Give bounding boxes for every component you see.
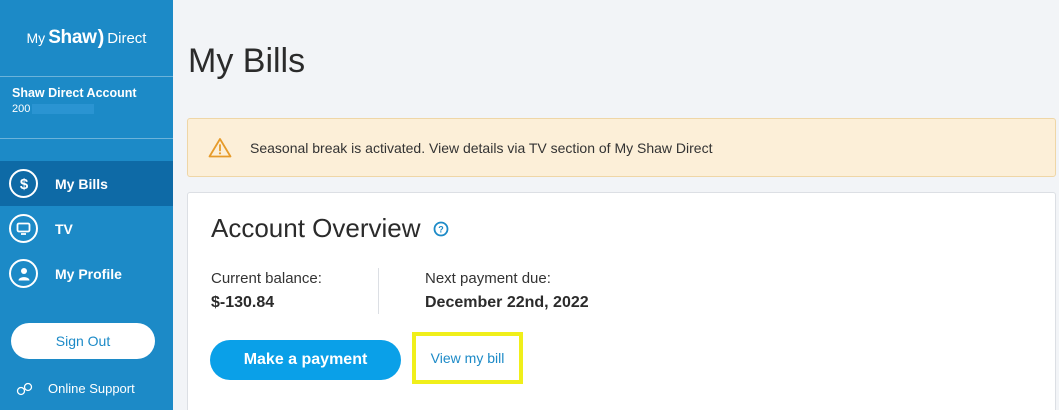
svg-text:?: ? [438,224,444,234]
sidebar-item-my-bills[interactable]: $ My Bills [0,161,173,206]
account-number-text: 200 [12,103,31,115]
page-title: My Bills [188,42,306,80]
dollar-icon: $ [9,169,38,198]
view-my-bill-link[interactable]: View my bill [431,350,505,366]
sign-out-button[interactable]: Sign Out [11,323,155,359]
column-divider [378,268,379,314]
tv-icon [9,214,38,243]
account-title: Shaw Direct Account [12,86,137,100]
current-balance-label: Current balance: [211,270,322,287]
current-balance-value: $-130.84 [211,294,275,311]
warning-icon [208,138,232,158]
next-payment-value: December 22nd, 2022 [425,294,589,311]
account-overview-card: Account Overview ? Current balance: $-13… [187,192,1056,410]
my-shaw-direct-logo[interactable]: My Shaw) Direct [0,0,173,76]
sidebar-item-tv[interactable]: TV [0,206,173,251]
logo-direct-text: Direct [107,29,147,47]
online-support-link[interactable]: Online Support [16,381,135,396]
account-overview-title: Account Overview [211,213,421,243]
sidebar: My Shaw) Direct Shaw Direct Account 200 $ … [0,0,173,410]
chat-bubbles-icon [16,382,33,395]
make-payment-button[interactable]: Make a payment [210,340,401,380]
next-payment: Next payment due: December 22nd, 2022 [425,270,589,312]
svg-text:$: $ [19,176,28,192]
sidebar-item-label: My Profile [55,265,122,282]
profile-icon [9,259,38,288]
sidebar-item-label: My Bills [55,175,108,192]
online-support-label: Online Support [48,381,135,396]
help-icon[interactable]: ? [433,221,449,237]
logo-shaw-text: Shaw [48,27,97,48]
logo-my-text: My [26,30,46,46]
masked-account-digits [32,104,95,115]
account-info: Shaw Direct Account 200 [0,76,173,139]
view-bill-highlight: View my bill [412,332,523,384]
seasonal-break-alert: Seasonal break is activated. View detail… [187,118,1056,177]
sidebar-item-label: TV [55,220,73,237]
next-payment-label: Next payment due: [425,270,551,287]
sidebar-item-my-profile[interactable]: My Profile [0,251,173,296]
current-balance: Current balance: $-130.84 [211,270,322,312]
alert-text: Seasonal break is activated. View detail… [250,139,713,156]
logo-swoosh-icon: ) [97,26,105,49]
sidebar-nav: $ My Bills TV My Profile [0,161,173,296]
account-number: 200 [12,103,161,115]
card-title-row: Account Overview ? [211,213,449,244]
